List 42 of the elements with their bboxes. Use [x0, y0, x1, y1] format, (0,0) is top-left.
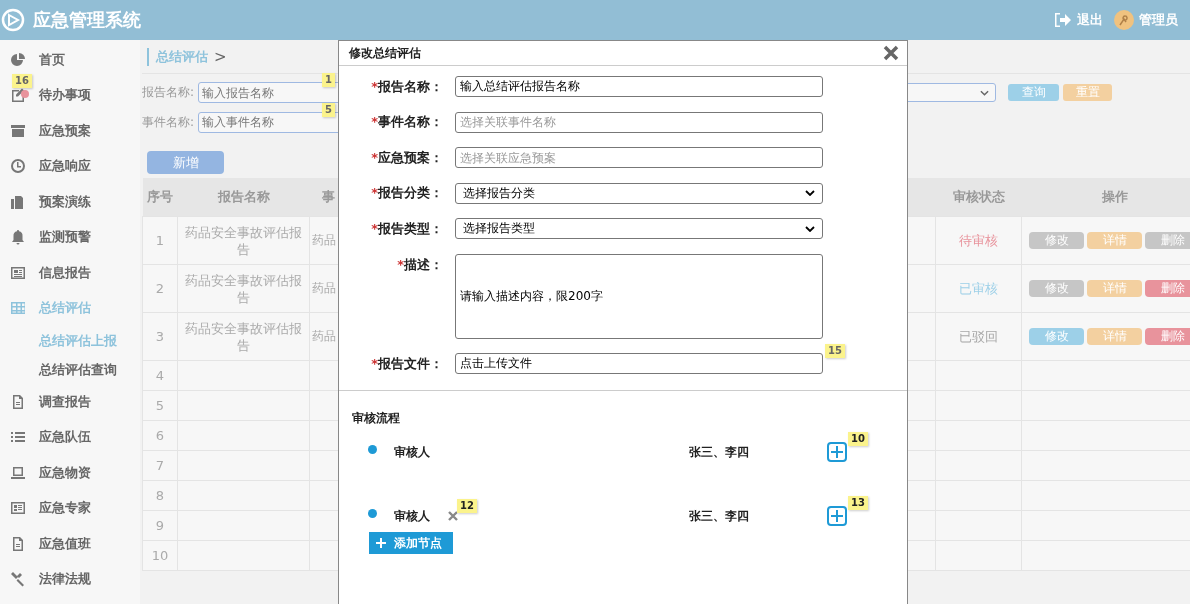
section-title: 审核流程	[352, 410, 401, 427]
column-header: 报告名称	[177, 178, 310, 217]
reviewer-names: 张三、李四	[689, 507, 750, 525]
hint-badge: 10	[848, 432, 868, 446]
table-cell: 药品安全事故评估报告	[177, 312, 310, 361]
table-cell: 8	[142, 480, 178, 511]
hint-badge: 15	[825, 344, 845, 358]
node-label: 审核人	[394, 507, 431, 525]
status-cell: 待审核	[935, 216, 1022, 265]
column-header: 序号	[142, 178, 178, 217]
table-cell: 5	[142, 390, 178, 421]
table-cell: 3	[142, 312, 178, 361]
field-label: *报告文件：	[370, 354, 443, 373]
table-cell: 药品安全事故评估报告	[177, 216, 310, 265]
breadcrumb-separator: >	[214, 47, 227, 66]
filter-label: 报告名称:	[142, 84, 196, 102]
table-cell: 4	[142, 360, 178, 391]
table-cell: 9	[142, 510, 178, 541]
node-label: 审核人	[394, 443, 431, 461]
table-cell: 2	[142, 264, 178, 313]
hint-badge: 12	[457, 499, 477, 513]
field-label: *报告分类：	[370, 184, 443, 202]
field-label: *报告名称：	[370, 77, 443, 96]
column-header: 操作	[1021, 178, 1190, 217]
field-label: *应急预案：	[370, 148, 443, 167]
field-label: *报告类型：	[370, 219, 443, 238]
table-cell: 10	[142, 540, 178, 571]
hint-badge: 16	[12, 73, 32, 88]
table-cell: 6	[142, 420, 178, 451]
column-header: 审核状态	[935, 178, 1022, 217]
app-title: 应急管理系统	[33, 8, 141, 32]
filter-label: 事件名称:	[142, 113, 196, 131]
table-cell: 药品安全事故评估报告	[177, 264, 310, 313]
dialog-title: 修改总结评估	[349, 44, 421, 62]
hint-badge: 1	[322, 73, 335, 88]
status-cell: 已审核	[935, 264, 1022, 313]
table-cell: 7	[142, 450, 178, 481]
status-cell: 已驳回	[935, 312, 1022, 361]
field-label: *事件名称：	[370, 113, 443, 131]
hint-badge: 13	[848, 496, 868, 510]
reviewer-names: 张三、李四	[689, 443, 750, 461]
table-cell: 1	[142, 216, 178, 265]
